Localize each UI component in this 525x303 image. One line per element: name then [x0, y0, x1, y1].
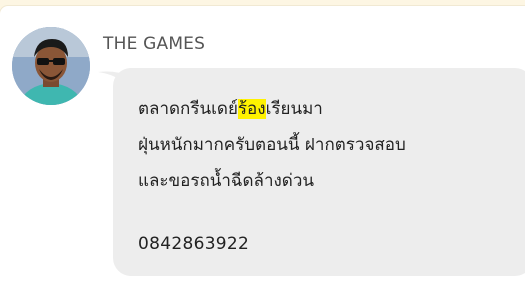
avatar[interactable] — [12, 27, 90, 105]
message-text: ตลาดกรีนเดย์ร้องเรียนมา ฝุ่นหนักมากครับต… — [138, 91, 518, 199]
message-text-segment: เรียนมา — [265, 99, 323, 119]
message-line-3: และขอรถน้ำฉีดล้างด่วน — [138, 171, 315, 191]
avatar-photo — [12, 27, 90, 105]
message-text-segment: ตลาดกรีนเดย์ — [138, 99, 238, 119]
highlighted-text: ร้อง — [237, 99, 266, 119]
phone-number: 0842863922 — [138, 234, 250, 254]
message-line-1: ตลาดกรีนเดย์ร้องเรียนมา — [138, 91, 518, 127]
message-line-2: ฝุ่นหนักมากครับตอนนี้ ฝากตรวจสอบ — [138, 135, 406, 155]
sender-name: THE GAMES — [103, 34, 206, 54]
